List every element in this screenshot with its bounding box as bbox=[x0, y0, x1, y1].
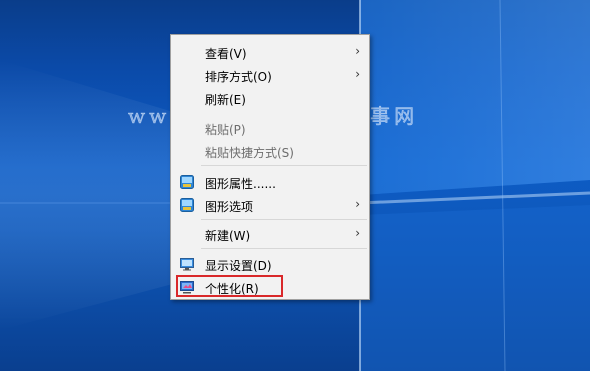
intel-graphics-icon bbox=[180, 175, 194, 189]
menu-item-label: 查看(V) bbox=[205, 47, 247, 61]
desktop-context-menu: 查看(V) › 排序方式(O) › 刷新(E) 粘贴(P) 粘贴快捷方式(S) … bbox=[170, 34, 370, 300]
chevron-right-icon: › bbox=[355, 67, 360, 81]
chevron-right-icon: › bbox=[355, 44, 360, 58]
menu-item-label: 显示设置(D) bbox=[205, 259, 272, 273]
menu-separator bbox=[201, 219, 367, 220]
chevron-right-icon: › bbox=[355, 197, 360, 211]
menu-separator bbox=[201, 248, 367, 249]
menu-item-view[interactable]: 查看(V) › bbox=[172, 41, 368, 63]
menu-item-paste-shortcut[interactable]: 粘贴快捷方式(S) bbox=[172, 140, 368, 162]
display-settings-icon bbox=[180, 258, 194, 271]
menu-item-label: 图形属性...... bbox=[205, 177, 276, 191]
menu-item-display-settings[interactable]: 显示设置(D) bbox=[172, 253, 368, 275]
menu-item-new[interactable]: 新建(W) › bbox=[172, 223, 368, 245]
intel-graphics-icon bbox=[180, 198, 194, 212]
menu-item-graphics-properties[interactable]: 图形属性...... bbox=[172, 171, 368, 193]
highlight-box bbox=[176, 275, 283, 297]
menu-item-graphics-options[interactable]: 图形选项 › bbox=[172, 194, 368, 216]
menu-item-label: 排序方式(O) bbox=[205, 70, 272, 84]
menu-item-label: 刷新(E) bbox=[205, 93, 246, 107]
menu-item-label: 粘贴快捷方式(S) bbox=[205, 146, 294, 160]
menu-item-label: 粘贴(P) bbox=[205, 123, 246, 137]
menu-item-paste[interactable]: 粘贴(P) bbox=[172, 117, 368, 139]
menu-item-label: 新建(W) bbox=[205, 229, 251, 243]
menu-item-sort-by[interactable]: 排序方式(O) › bbox=[172, 64, 368, 86]
menu-separator bbox=[201, 165, 367, 166]
chevron-right-icon: › bbox=[355, 226, 360, 240]
menu-item-refresh[interactable]: 刷新(E) bbox=[172, 87, 368, 109]
menu-item-label: 图形选项 bbox=[205, 200, 254, 214]
